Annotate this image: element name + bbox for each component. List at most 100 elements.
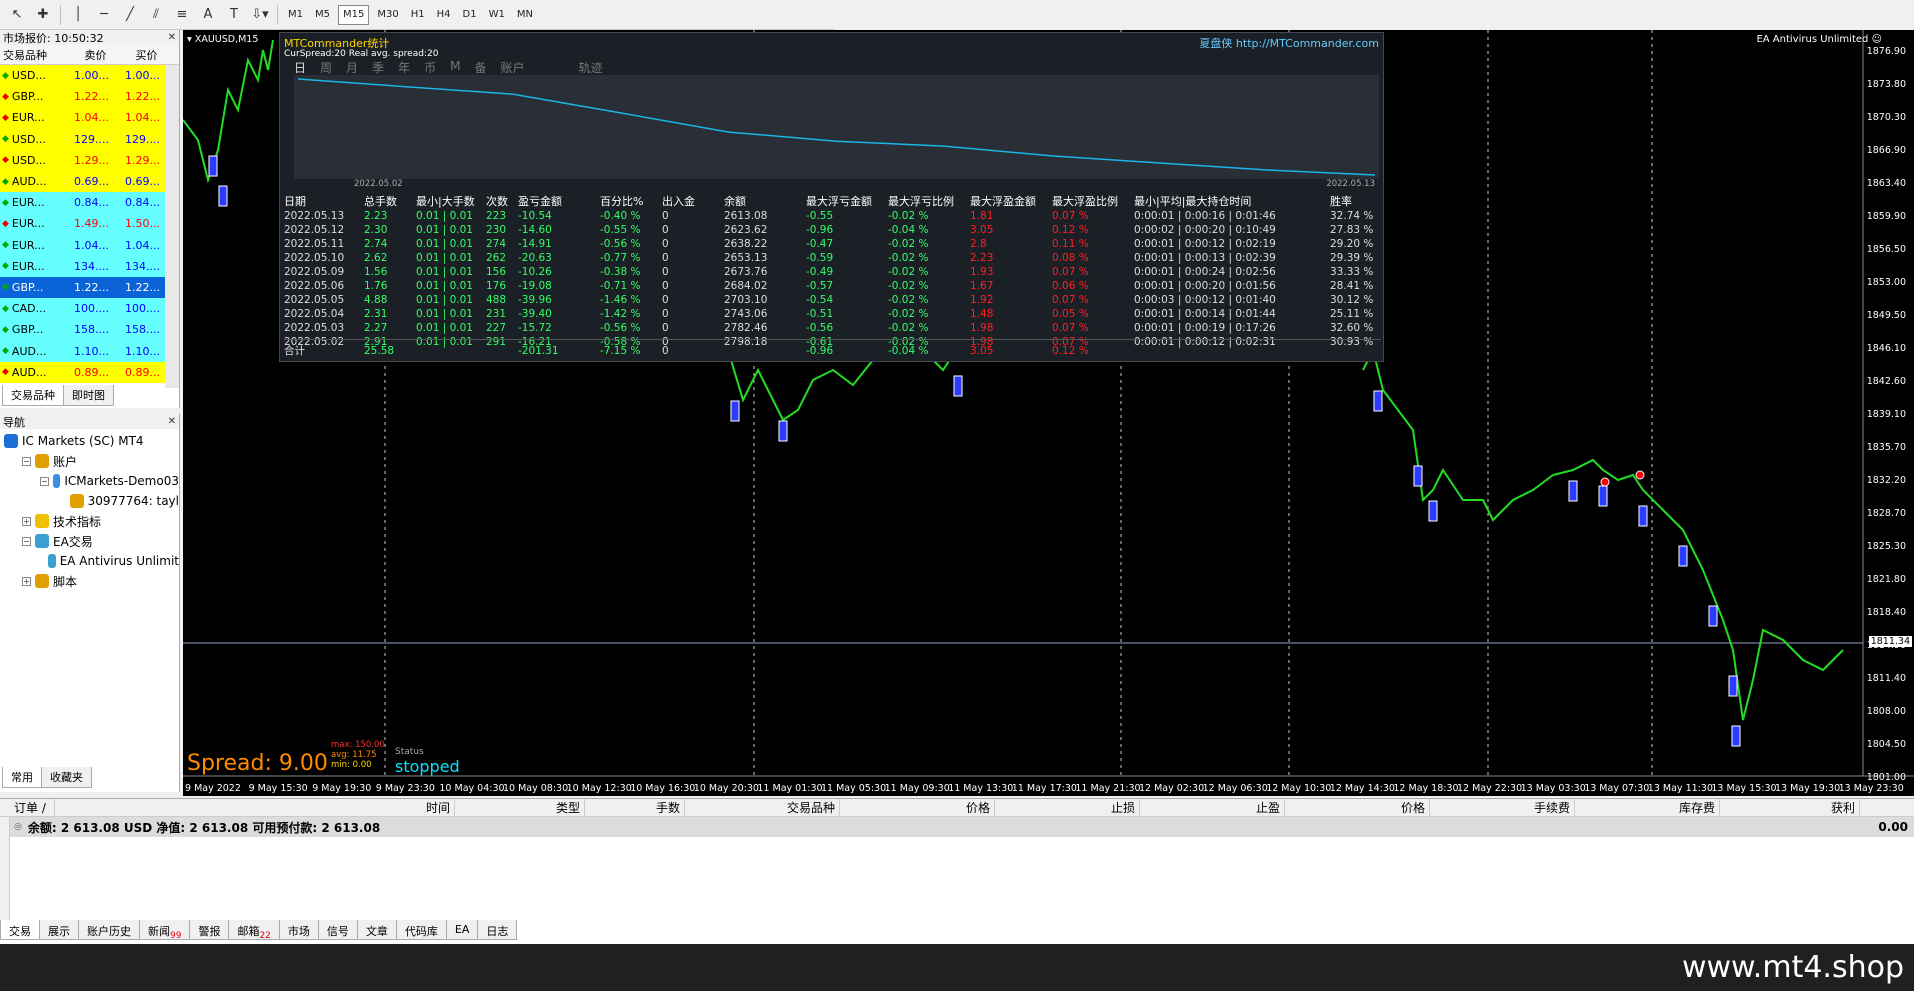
- market-watch-row[interactable]: ◆ EUR... 1.49... 1.50...: [0, 213, 179, 235]
- market-watch-scrollbar[interactable]: [165, 65, 179, 388]
- channel-icon[interactable]: ⫽: [145, 4, 167, 26]
- timeframe-d1[interactable]: D1: [459, 5, 481, 25]
- trendline-icon[interactable]: ╱: [119, 4, 141, 26]
- market-watch-row[interactable]: ◆ EUR... 0.84... 0.84...: [0, 192, 179, 214]
- timeframe-m15[interactable]: M15: [338, 4, 370, 25]
- market-watch-row[interactable]: ◆ CAD... 100.... 100....: [0, 298, 179, 320]
- crosshair-icon[interactable]: ✚: [32, 4, 54, 26]
- text-icon[interactable]: A: [197, 4, 219, 26]
- timeframe-h1[interactable]: H1: [407, 5, 429, 25]
- tree-expander-icon[interactable]: −: [22, 456, 31, 466]
- nav-item[interactable]: + 技术指标: [0, 511, 179, 531]
- stats-brand-link[interactable]: 夏盘侠 http://MTCommander.com: [1199, 35, 1379, 51]
- terminal-column-header[interactable]: 库存费: [1575, 799, 1720, 816]
- text-label-icon[interactable]: T: [223, 4, 245, 26]
- terminal-tab[interactable]: 新闻99: [139, 920, 191, 941]
- timeframe-w1[interactable]: W1: [485, 5, 509, 25]
- terminal-column-header[interactable]: 获利: [1720, 799, 1860, 816]
- stats-tab[interactable]: 季: [372, 59, 384, 76]
- terminal-tab[interactable]: 账户历史: [78, 920, 140, 940]
- cursor-icon[interactable]: ↖: [6, 4, 28, 26]
- stats-tab[interactable]: 月: [346, 59, 358, 76]
- terminal-tab[interactable]: 邮箱22: [228, 920, 280, 941]
- terminal-column-header[interactable]: 止盈: [1140, 799, 1285, 816]
- timeframe-m1[interactable]: M1: [284, 5, 307, 25]
- market-watch-row[interactable]: ◆ EUR... 134.... 134....: [0, 255, 179, 277]
- tab-favorites[interactable]: 收藏夹: [41, 767, 92, 788]
- terminal-tab[interactable]: 警报: [189, 920, 230, 940]
- balance-row[interactable]: ◎ 余额: 2 613.08 USD 净值: 2 613.08 可用预付款: 2…: [0, 817, 1914, 837]
- col-ask[interactable]: 买价: [121, 47, 172, 63]
- terminal-column-header[interactable]: 交易品种: [685, 799, 840, 816]
- market-watch-row[interactable]: ◆ EUR... 1.04... 1.04...: [0, 234, 179, 256]
- terminal-column-header[interactable]: 价格: [1285, 799, 1430, 816]
- horizontal-line-icon[interactable]: ─: [93, 4, 115, 26]
- nav-item[interactable]: − EA交易: [0, 531, 179, 551]
- arrows-icon[interactable]: ⇩▾: [249, 4, 271, 26]
- stats-tab[interactable]: 账户: [500, 59, 524, 76]
- vertical-line-icon[interactable]: │: [67, 4, 89, 26]
- col-bid[interactable]: 卖价: [70, 47, 121, 63]
- tab-common[interactable]: 常用: [2, 767, 42, 788]
- nav-item[interactable]: + 脚本: [0, 571, 179, 591]
- timeframe-m5[interactable]: M5: [311, 5, 334, 25]
- terminal-column-header[interactable]: 手数: [585, 799, 685, 816]
- stats-tab[interactable]: 备: [474, 59, 486, 76]
- tree-expander-icon[interactable]: +: [22, 576, 31, 586]
- terminal-column-header[interactable]: 价格: [840, 799, 995, 816]
- terminal-column-header[interactable]: 手续费: [1430, 799, 1575, 816]
- market-watch-row[interactable]: ◆ GBP... 1.22... 1.22...: [0, 276, 179, 299]
- timeframe-mn[interactable]: MN: [513, 5, 537, 25]
- fibonacci-icon[interactable]: ≡: [171, 4, 193, 26]
- terminal-tab[interactable]: 日志: [477, 920, 518, 940]
- close-icon[interactable]: ✕: [168, 416, 176, 427]
- stats-tab[interactable]: 币: [424, 59, 436, 76]
- nav-item[interactable]: − 账户: [0, 451, 179, 471]
- market-watch-row[interactable]: ◆ GBP... 158.... 158....: [0, 319, 179, 341]
- market-watch-row[interactable]: ◆ USD... 129.... 129....: [0, 128, 179, 150]
- market-watch-row[interactable]: ◆ AUD... 1.10... 1.10...: [0, 340, 179, 362]
- stats-tab[interactable]: M: [450, 59, 460, 76]
- terminal-tab[interactable]: 交易: [0, 920, 40, 940]
- stats-tab[interactable]: 轨迹: [578, 59, 602, 76]
- stats-tab[interactable]: 周: [320, 59, 332, 76]
- nav-item[interactable]: 30977764: tayl: [0, 491, 179, 511]
- stats-cell: -0.57: [806, 280, 834, 292]
- market-watch-row[interactable]: ◆ USD... 1.29... 1.29...: [0, 149, 179, 171]
- bid-cell: 158....: [70, 319, 121, 341]
- price-chart[interactable]: ▾ XAUUSD,M15 EA Antivirus Unlimited ☺ 18…: [183, 30, 1914, 796]
- terminal-tab[interactable]: 代码库: [395, 920, 447, 940]
- terminal-column-header[interactable]: 类型: [455, 799, 585, 816]
- market-watch-row[interactable]: ◆ GBP... 1.22... 1.22...: [0, 86, 179, 108]
- terminal-tab[interactable]: EA: [445, 920, 479, 940]
- close-icon[interactable]: ✕: [168, 32, 176, 43]
- terminal-column-header[interactable]: 止损: [995, 799, 1140, 816]
- tree-expander-icon[interactable]: −: [22, 536, 31, 546]
- terminal-tab[interactable]: 文章: [356, 920, 397, 940]
- stats-cell: 2613.08: [724, 210, 768, 222]
- terminal-tab[interactable]: 信号: [317, 920, 358, 940]
- timeframe-h4[interactable]: H4: [433, 5, 455, 25]
- tree-expander-icon[interactable]: +: [22, 516, 31, 526]
- tab-symbols[interactable]: 交易品种: [2, 385, 64, 406]
- price-tick-label: 1825.30: [1866, 541, 1906, 552]
- stats-cell: 2684.02: [724, 280, 768, 292]
- timeframe-m30[interactable]: M30: [373, 5, 402, 25]
- stats-tab[interactable]: 日: [294, 59, 306, 76]
- market-watch-row[interactable]: ◆ USD... 1.00... 1.00...: [0, 65, 179, 87]
- terminal-tab[interactable]: 市场: [278, 920, 319, 940]
- stats-tab[interactable]: 年: [398, 59, 410, 76]
- terminal-tab[interactable]: 展示: [39, 920, 79, 940]
- nav-item[interactable]: − ICMarkets-Demo03: [0, 471, 179, 491]
- stats-cell: 0.01 | 0.01: [416, 322, 473, 334]
- col-symbol[interactable]: 交易品种: [0, 47, 70, 63]
- market-watch-row[interactable]: ◆ AUD... 0.89... 0.89...: [0, 361, 179, 383]
- nav-item[interactable]: EA Antivirus Unlimit: [0, 551, 179, 571]
- market-watch-row[interactable]: ◆ AUD... 0.69... 0.69...: [0, 170, 179, 193]
- nav-item[interactable]: IC Markets (SC) MT4: [0, 431, 179, 451]
- market-watch-row[interactable]: ◆ EUR... 1.04... 1.04...: [0, 107, 179, 129]
- tree-expander-icon[interactable]: −: [40, 476, 49, 486]
- terminal-column-header[interactable]: 时间: [55, 799, 455, 816]
- terminal-column-header[interactable]: 订单 /: [0, 799, 55, 816]
- tab-tick-chart[interactable]: 即时图: [63, 385, 114, 406]
